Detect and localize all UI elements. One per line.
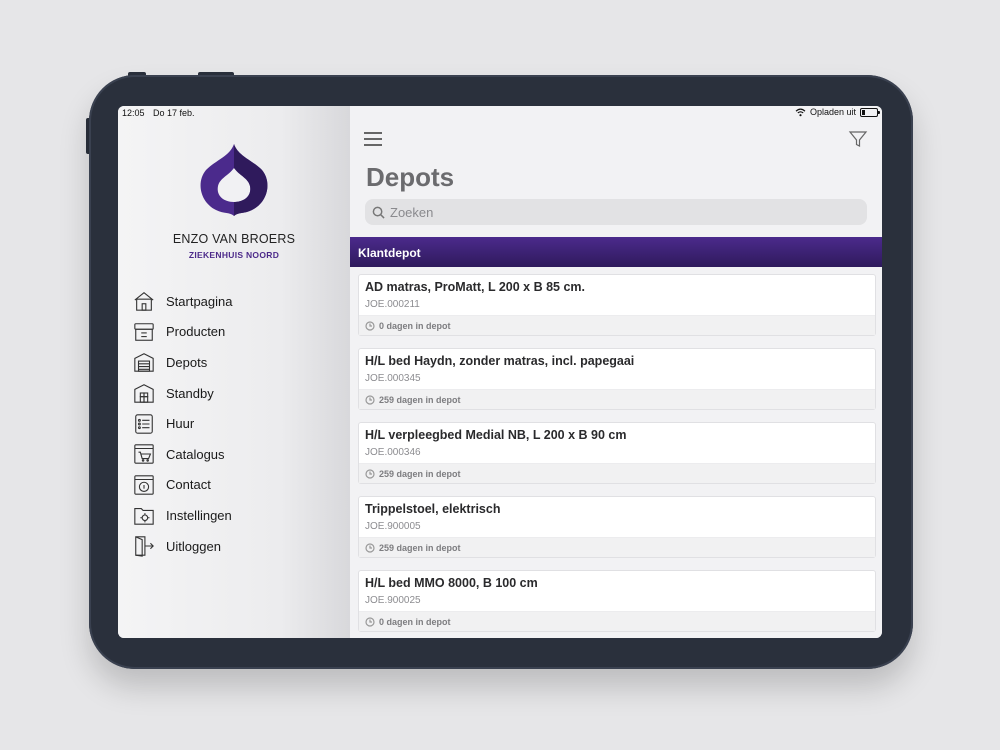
home-icon <box>132 289 156 313</box>
depot-icon <box>132 350 156 374</box>
item-code: JOE.000211 <box>365 299 420 310</box>
sidebar-item-label: Standby <box>166 385 214 401</box>
charging-status: Opladen uit <box>809 107 856 117</box>
clock-icon <box>365 320 375 331</box>
item-title: Trippelstoel, elektrisch <box>365 502 501 516</box>
sidebar-item-label: Startpagina <box>166 293 233 309</box>
sidebar-item-label: Uitloggen <box>166 538 221 554</box>
status-bar: 12:05 Do 17 feb. Opladen uit <box>118 106 882 120</box>
sidebar-item-label: Depots <box>166 354 208 370</box>
search-bar[interactable] <box>365 199 867 225</box>
sidebar-item-label: Contact <box>166 477 211 493</box>
filter-icon[interactable] <box>848 129 868 149</box>
sidebar-item-standby[interactable]: Standby <box>132 378 342 409</box>
battery-icon <box>860 107 880 117</box>
search-icon <box>372 206 385 219</box>
item-title: H/L bed MMO 8000, B 100 cm <box>365 576 538 590</box>
settings-folder-icon <box>132 503 156 527</box>
list-item[interactable]: AD matras, ProMatt, L 200 x B 85 cm. JOE… <box>358 274 876 336</box>
item-days: 0 dagen in depot <box>379 616 451 627</box>
status-time: 12:05 <box>122 108 145 118</box>
section-header: Klantdepot <box>350 237 882 267</box>
item-days: 0 dagen in depot <box>379 320 451 331</box>
standby-icon <box>132 381 156 405</box>
sidebar-item-depots[interactable]: Depots <box>132 347 342 378</box>
item-days: 259 dagen in depot <box>379 542 461 553</box>
status-right: Opladen uit <box>795 107 880 117</box>
page-title: Depots <box>366 162 455 192</box>
status-date: Do 17 feb. <box>153 108 195 118</box>
list-item[interactable]: H/L verpleegbed Medial NB, L 200 x B 90 … <box>358 422 876 484</box>
list-item[interactable]: Trippelstoel, elektrisch JOE.900005 259 … <box>358 496 876 558</box>
item-title: H/L verpleegbed Medial NB, L 200 x B 90 … <box>365 428 627 442</box>
item-code: JOE.000346 <box>365 447 421 458</box>
user-name: ENZO VAN BROERS <box>172 232 296 246</box>
sidebar-item-startpagina[interactable]: Startpagina <box>132 286 342 317</box>
clock-icon <box>365 542 375 553</box>
menu-icon[interactable] <box>364 132 382 146</box>
item-code: JOE.900005 <box>365 521 421 532</box>
sidebar: ENZO VAN BROERS ZIEKENHUIS NOORD Startpa… <box>118 106 350 638</box>
item-code: JOE.900025 <box>365 595 421 606</box>
sidebar-item-producten[interactable]: Producten <box>132 317 342 348</box>
main-content: Depots Klantdepot AD matras, ProMatt, L … <box>350 106 882 638</box>
rental-list-icon <box>132 412 156 436</box>
wifi-icon <box>795 108 806 116</box>
item-title: AD matras, ProMatt, L 200 x B 85 cm. <box>365 280 585 294</box>
sidebar-item-label: Catalogus <box>166 446 225 462</box>
item-days: 259 dagen in depot <box>379 468 461 479</box>
item-code: JOE.000345 <box>365 373 421 384</box>
sidebar-item-uitloggen[interactable]: Uitloggen <box>132 531 342 562</box>
company-logo <box>200 144 268 216</box>
contact-icon <box>132 473 156 497</box>
clock-icon <box>365 394 375 405</box>
screen: 12:05 Do 17 feb. Opladen uit ENZO VAN BR… <box>118 106 882 638</box>
item-footer: 259 dagen in depot <box>359 389 875 409</box>
sidebar-item-label: Instellingen <box>166 507 232 523</box>
item-footer: 259 dagen in depot <box>359 463 875 483</box>
item-title: H/L bed Haydn, zonder matras, incl. pape… <box>365 354 635 368</box>
user-organization: ZIEKENHUIS NOORD <box>188 250 280 260</box>
list-item[interactable]: H/L bed MMO 8000, B 100 cm JOE.900025 0 … <box>358 570 876 632</box>
sidebar-item-contact[interactable]: Contact <box>132 470 342 501</box>
item-footer: 259 dagen in depot <box>359 537 875 557</box>
catalog-cart-icon <box>132 442 156 466</box>
depot-list: AD matras, ProMatt, L 200 x B 85 cm. JOE… <box>358 274 876 638</box>
item-days: 259 dagen in depot <box>379 394 461 405</box>
item-footer: 0 dagen in depot <box>359 315 875 335</box>
clock-icon <box>365 468 375 479</box>
sidebar-item-huur[interactable]: Huur <box>132 408 342 439</box>
item-footer: 0 dagen in depot <box>359 611 875 631</box>
products-icon <box>132 320 156 344</box>
search-input[interactable] <box>390 204 850 220</box>
sidebar-nav: Startpagina Producten Depots Standby Huu… <box>132 286 342 561</box>
sidebar-item-catalogus[interactable]: Catalogus <box>132 439 342 470</box>
logout-icon <box>132 534 156 558</box>
sidebar-item-label: Huur <box>166 416 195 432</box>
sidebar-item-instellingen[interactable]: Instellingen <box>132 500 342 531</box>
sidebar-item-label: Producten <box>166 324 226 340</box>
list-item[interactable]: H/L bed Haydn, zonder matras, incl. pape… <box>358 348 876 410</box>
clock-icon <box>365 616 375 627</box>
